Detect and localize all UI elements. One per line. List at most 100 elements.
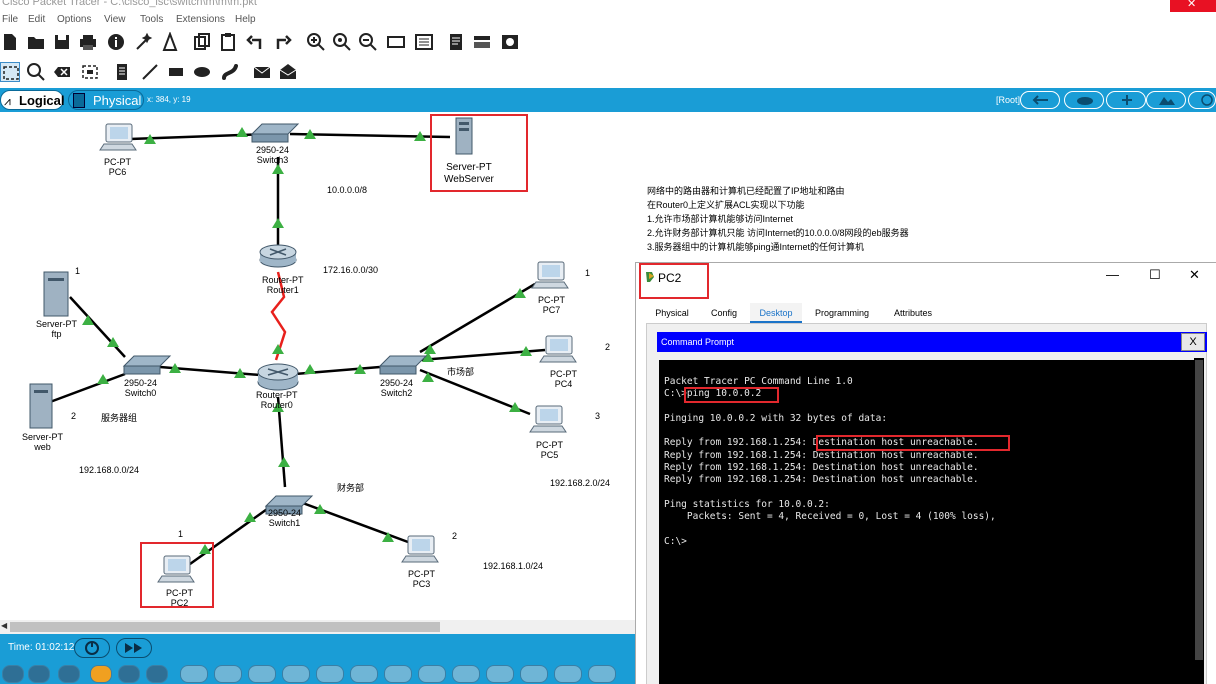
- wizard-icon[interactable]: [134, 32, 154, 52]
- menu-tools[interactable]: Tools: [140, 14, 163, 25]
- device-model-icon[interactable]: [418, 665, 446, 683]
- device-model-icon[interactable]: [316, 665, 344, 683]
- info-icon[interactable]: [106, 32, 126, 52]
- menu-options[interactable]: Options: [57, 14, 91, 25]
- select-icon[interactable]: [0, 62, 20, 82]
- device-model-icon[interactable]: [282, 665, 310, 683]
- pc7-label[interactable]: PC-PT PC7: [538, 295, 565, 315]
- move-object-button[interactable]: [1106, 91, 1146, 109]
- group-label[interactable]: 服务器组: [101, 411, 137, 424]
- switches-category-icon[interactable]: [28, 665, 50, 683]
- screenshot-icon[interactable]: [500, 32, 520, 52]
- custom-devices-icon[interactable]: [414, 32, 434, 52]
- device-model-icon[interactable]: [350, 665, 378, 683]
- menu-view[interactable]: View: [104, 14, 126, 25]
- add-pdu-icon[interactable]: [252, 62, 272, 82]
- number-label[interactable]: 3: [595, 411, 600, 421]
- switch1-label[interactable]: 2950-24 Switch1: [268, 508, 301, 528]
- number-label[interactable]: 2: [71, 411, 76, 421]
- maximize-button[interactable]: ☐: [1149, 267, 1161, 283]
- task-note[interactable]: 网络中的路由器和计算机已经配置了IP地址和路由 在Router0上定义扩展ACL…: [647, 184, 909, 254]
- power-cycle-button[interactable]: [74, 638, 110, 658]
- save-icon[interactable]: [52, 32, 72, 52]
- terminal-scrollbar[interactable]: [1194, 358, 1204, 684]
- cloud-cluster-button[interactable]: [1064, 91, 1104, 109]
- undo-icon[interactable]: [246, 32, 266, 52]
- pc5-label[interactable]: PC-PT PC5: [536, 440, 563, 460]
- paste-icon[interactable]: [218, 32, 238, 52]
- command-prompt-terminal[interactable]: Packet Tracer PC Command Line 1.0 C:\>pi…: [659, 360, 1195, 684]
- ftp-label[interactable]: Server-PT ftp: [36, 319, 77, 339]
- physical-tab[interactable]: Physical: [68, 90, 144, 110]
- device-model-icon[interactable]: [248, 665, 276, 683]
- close-button[interactable]: ✕: [1189, 267, 1200, 283]
- fast-forward-button[interactable]: [116, 638, 152, 658]
- zoom-out-icon[interactable]: [358, 32, 378, 52]
- pc3-label[interactable]: PC-PT PC3: [408, 569, 435, 589]
- device-model-icon[interactable]: [214, 665, 242, 683]
- notes-icon[interactable]: [446, 32, 466, 52]
- number-label[interactable]: 1: [75, 266, 80, 276]
- device-model-icon[interactable]: [452, 665, 480, 683]
- number-label[interactable]: 1: [178, 529, 183, 539]
- switch0-label[interactable]: 2950-24 Switch0: [124, 378, 157, 398]
- add-complex-pdu-icon[interactable]: [278, 62, 298, 82]
- network-label[interactable]: 192.168.1.0/24: [483, 561, 543, 571]
- end-devices-category-icon[interactable]: [118, 665, 140, 683]
- print-icon[interactable]: [78, 32, 98, 52]
- device-model-icon[interactable]: [520, 665, 548, 683]
- device-model-icon[interactable]: [554, 665, 582, 683]
- network-label[interactable]: 192.168.2.0/24: [550, 478, 610, 488]
- minimize-button[interactable]: —: [1106, 267, 1119, 282]
- tab-physical[interactable]: Physical: [646, 303, 698, 323]
- new-icon[interactable]: [0, 32, 20, 52]
- background-image-button[interactable]: [1146, 91, 1186, 109]
- device-model-icon[interactable]: [486, 665, 514, 683]
- drawing-palette-icon[interactable]: [386, 32, 406, 52]
- routers-category-icon[interactable]: [2, 665, 24, 683]
- web-label[interactable]: Server-PT web: [22, 432, 63, 452]
- group-label[interactable]: 财务部: [337, 481, 364, 494]
- router0-label[interactable]: Router-PT Router0: [256, 390, 298, 410]
- pc4-label[interactable]: PC-PT PC4: [550, 369, 577, 389]
- tab-programming[interactable]: Programming: [804, 303, 880, 323]
- device-model-icon[interactable]: [384, 665, 412, 683]
- hubs-category-icon[interactable]: [58, 665, 80, 683]
- connections-category-icon[interactable]: [90, 665, 112, 683]
- window-close-button[interactable]: ✕: [1170, 0, 1216, 12]
- open-icon[interactable]: [26, 32, 46, 52]
- viewport-icon[interactable]: [472, 32, 492, 52]
- zoom-reset-icon[interactable]: [332, 32, 352, 52]
- freeform-icon[interactable]: [220, 62, 240, 82]
- scroll-left-icon[interactable]: ◀: [1, 621, 7, 630]
- rectangle-icon[interactable]: [166, 62, 186, 82]
- logical-tab[interactable]: ⩘ Logical: [0, 90, 65, 110]
- number-label[interactable]: 2: [452, 531, 457, 541]
- number-label[interactable]: 1: [585, 268, 590, 278]
- menu-help[interactable]: Help: [235, 14, 256, 25]
- network-label[interactable]: 192.168.0.0/24: [79, 465, 139, 475]
- network-label[interactable]: 172.16.0.0/30: [323, 265, 378, 275]
- scroll-thumb[interactable]: [10, 622, 440, 632]
- menu-edit[interactable]: Edit: [28, 14, 45, 25]
- copy-icon[interactable]: [192, 32, 212, 52]
- switch2-label[interactable]: 2950-24 Switch2: [380, 378, 413, 398]
- router1-label[interactable]: Router-PT Router1: [262, 275, 304, 295]
- note-icon[interactable]: [112, 62, 132, 82]
- tab-attributes[interactable]: Attributes: [882, 303, 944, 323]
- ellipse-icon[interactable]: [192, 62, 212, 82]
- menu-file[interactable]: File: [2, 14, 18, 25]
- terminal-scroll-thumb[interactable]: [1195, 360, 1203, 660]
- tab-config[interactable]: Config: [700, 303, 748, 323]
- device-model-icon[interactable]: [588, 665, 616, 683]
- network-label[interactable]: 10.0.0.0/8: [327, 185, 367, 195]
- resize-icon[interactable]: [80, 62, 100, 82]
- zoom-in-icon[interactable]: [306, 32, 326, 52]
- group-label[interactable]: 市场部: [447, 365, 474, 378]
- inspect-icon[interactable]: [26, 62, 46, 82]
- components-category-icon[interactable]: [146, 665, 168, 683]
- command-prompt-close-button[interactable]: X: [1181, 333, 1205, 351]
- number-label[interactable]: 2: [605, 342, 610, 352]
- menu-extensions[interactable]: Extensions: [176, 14, 225, 25]
- network-info-icon[interactable]: [160, 31, 180, 52]
